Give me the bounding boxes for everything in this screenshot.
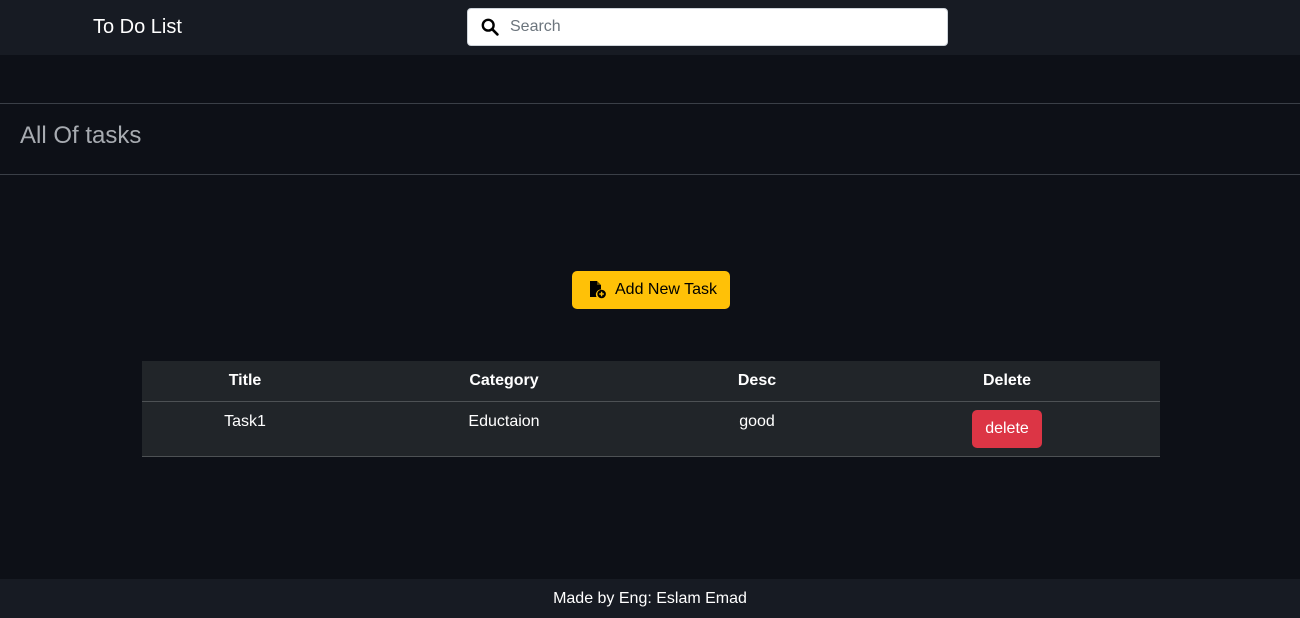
add-new-task-button[interactable]: Add New Task bbox=[572, 271, 730, 309]
navbar: To Do List bbox=[0, 0, 1300, 55]
page-title: All Of tasks bbox=[20, 122, 142, 149]
footer-text: Made by Eng: Eslam Emad bbox=[553, 590, 747, 607]
brand-link[interactable]: To Do List bbox=[93, 15, 182, 39]
search-box[interactable] bbox=[467, 8, 948, 46]
search-input[interactable] bbox=[510, 9, 940, 45]
task-title-cell: Task1 bbox=[142, 401, 348, 457]
file-plus-icon bbox=[589, 281, 607, 299]
column-header-delete: Delete bbox=[854, 361, 1160, 402]
title-top-divider bbox=[0, 103, 1300, 104]
search-icon bbox=[481, 18, 499, 36]
table-row: Task1 Eductaion good delete bbox=[142, 401, 1160, 457]
add-new-task-label: Add New Task bbox=[615, 281, 717, 298]
task-desc-cell: good bbox=[660, 401, 854, 457]
delete-button[interactable]: delete bbox=[972, 409, 1042, 448]
footer: Made by Eng: Eslam Emad bbox=[0, 579, 1300, 618]
column-header-title: Title bbox=[142, 361, 348, 402]
task-delete-cell: delete bbox=[854, 401, 1160, 457]
table-header-row: Title Category Desc Delete bbox=[142, 361, 1160, 402]
column-header-category: Category bbox=[348, 361, 660, 402]
task-category-cell: Eductaion bbox=[348, 401, 660, 457]
column-header-desc: Desc bbox=[660, 361, 854, 402]
title-bottom-divider bbox=[0, 174, 1300, 175]
tasks-table: Title Category Desc Delete Task1 Eductai… bbox=[142, 361, 1160, 457]
